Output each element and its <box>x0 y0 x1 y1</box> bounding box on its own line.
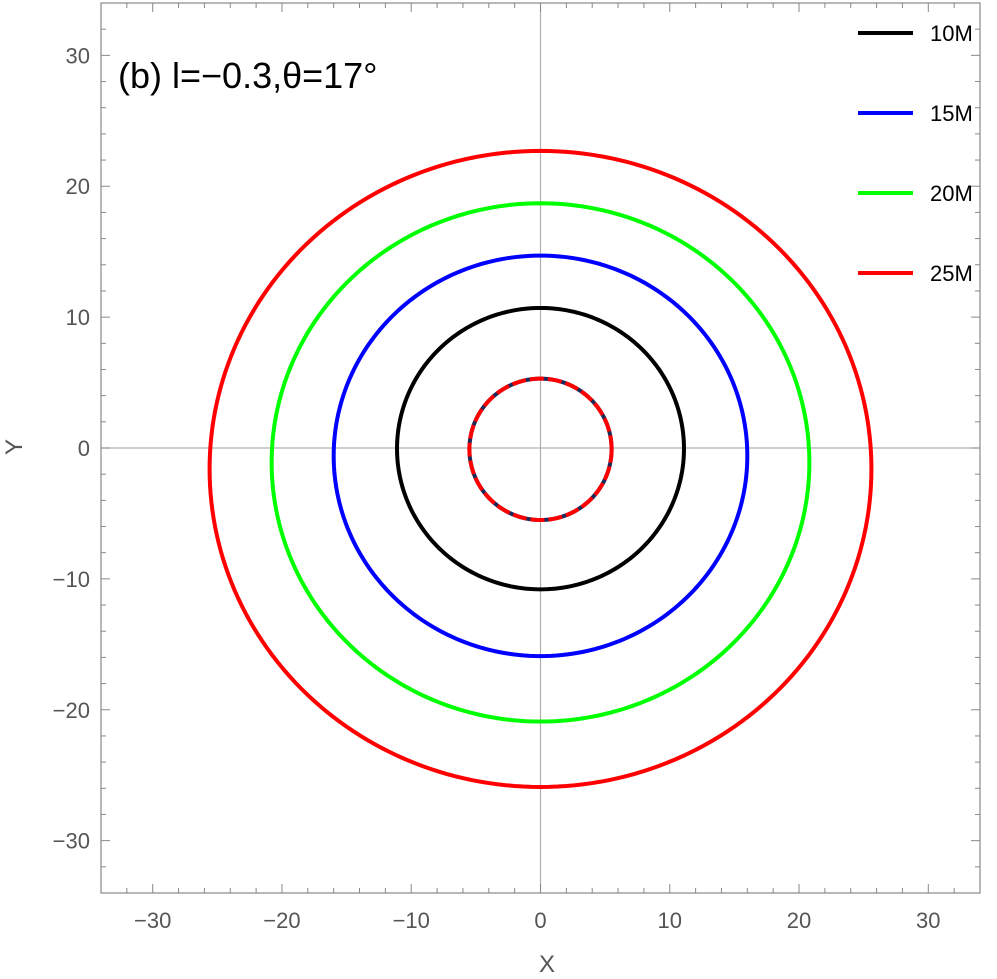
legend-label: 20M <box>930 181 973 206</box>
axis-ticks: −30 −20 −10 0 10 20 30 −30 −20 −10 0 10 20 30 <box>53 2 981 933</box>
y-tick-label: 20 <box>66 174 90 199</box>
legend-label: 25M <box>930 261 973 286</box>
x-tick-label: 20 <box>787 908 811 933</box>
y-axis-label: Y <box>1 439 28 455</box>
x-tick-label: −20 <box>263 908 300 933</box>
y-tick-label: 10 <box>66 305 90 330</box>
zero-lines <box>101 3 980 893</box>
y-tick-label: −20 <box>53 698 90 723</box>
x-tick-label: 30 <box>916 908 940 933</box>
x-tick-label: −30 <box>134 908 171 933</box>
chart-svg: −30 −20 −10 0 10 20 30 −30 −20 −10 0 10 20 30 10M 15M 2… <box>1 2 981 978</box>
y-tick-label: 30 <box>66 43 90 68</box>
panel-title: (b) l=−0.3,θ=17° <box>118 55 378 96</box>
y-tick-label: 0 <box>78 436 90 461</box>
y-tick-label: −10 <box>53 567 90 592</box>
x-axis-label: X <box>539 951 555 978</box>
y-tick-label: −30 <box>53 829 90 854</box>
legend-label: 10M <box>930 21 973 46</box>
x-tick-label: 0 <box>534 908 546 933</box>
x-tick-label: −10 <box>393 908 430 933</box>
legend: 10M 15M 20M 25M <box>858 21 973 286</box>
legend-label: 15M <box>930 101 973 126</box>
x-tick-label: 10 <box>658 908 682 933</box>
